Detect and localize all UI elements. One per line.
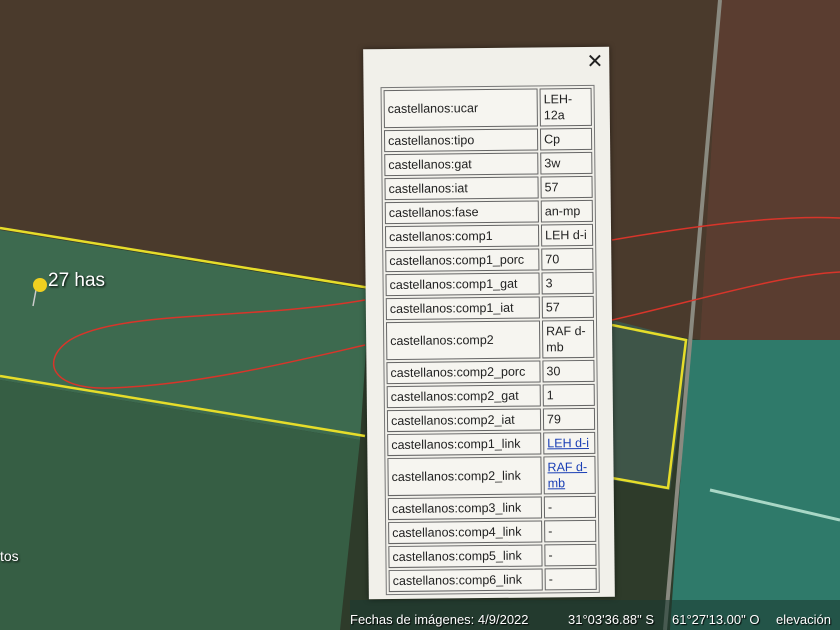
attribute-key: castellanos:comp1_link [387,432,542,457]
attribute-row: castellanos:fase an-mp [384,199,593,225]
close-icon[interactable]: ✕ [586,49,603,74]
elevation-label: elevación [776,612,831,627]
attribute-value: LEH-12a [539,87,592,127]
attribute-key: castellanos:comp3_link [387,496,543,521]
attribute-value: - [543,495,597,519]
attribute-key: castellanos:comp5_link [388,544,543,569]
attribute-key: castellanos:comp6_link [388,568,543,593]
image-date: Fechas de imágenes: 4/9/2022 [350,612,529,627]
attribute-row: castellanos:tipo Cp [383,127,593,153]
feature-info-popup: ✕ castellanos:ucar LEH-12a castellanos:tip… [363,46,615,600]
attribute-value: - [544,567,597,591]
attribute-link[interactable]: RAF d-mb [547,460,587,490]
latitude-readout: 31°03'36.88" S [568,612,655,627]
attribute-key: castellanos:iat [384,176,539,201]
attribute-row: castellanos:comp1_gat 3 [385,271,594,297]
attribute-value: Cp [539,127,593,151]
attribute-key: castellanos:fase [384,200,539,225]
attribute-value: - [544,543,597,567]
attribute-row: castellanos:gat 3w [384,151,593,177]
attribute-row: castellanos:comp2_link RAF d-mb [387,455,596,497]
attribute-value: 79 [542,407,596,431]
field-brown-right [700,0,840,340]
attribute-row: castellanos:comp4_link - [388,519,597,545]
attribute-key: castellanos:tipo [383,128,539,153]
attribute-row: castellanos:ucar LEH-12a [383,87,592,129]
left-edge-label: tos [0,548,19,564]
attribute-row: castellanos:comp5_link - [388,543,597,569]
attribute-row: castellanos:comp1_link LEH d-i [387,431,596,457]
attribute-key: castellanos:comp2 [385,320,541,361]
attribute-table: castellanos:ucar LEH-12a castellanos:tipo C… [380,84,600,596]
attribute-row: castellanos:comp2_porc 30 [386,359,595,385]
attribute-value: 30 [542,359,595,383]
attribute-value: 3w [540,151,593,175]
attribute-row: castellanos:comp1_iat 57 [385,295,594,321]
attribute-value: LEH d-i [540,223,594,247]
field-teal-right [670,340,840,630]
attribute-key: castellanos:gat [384,152,539,177]
attribute-link[interactable]: LEH d-i [547,436,589,450]
attribute-row: castellanos:comp2_gat 1 [386,383,595,409]
attribute-value: an-mp [540,199,593,223]
attribute-value: 70 [541,247,594,271]
attribute-key: castellanos:comp1_iat [385,296,540,321]
attribute-row: castellanos:comp1 LEH d-i [384,223,594,249]
attribute-key: castellanos:comp2_gat [386,384,541,409]
attribute-key: castellanos:ucar [383,88,538,129]
attribute-key: castellanos:comp2_iat [386,408,542,433]
attribute-value: 3 [541,271,594,295]
attribute-row: castellanos:comp6_link - [388,567,597,593]
attribute-value: LEH d-i [543,431,596,455]
attribute-row: castellanos:comp2_iat 79 [386,407,596,433]
attribute-row: castellanos:comp3_link - [387,495,597,521]
attribute-value: 1 [542,383,595,407]
attribute-value: RAF d-mb [543,455,596,495]
longitude-readout: 61°27'13.00" O [672,612,760,627]
attribute-key: castellanos:comp4_link [388,520,543,545]
attribute-row: castellanos:comp2 RAF d-mb [385,319,595,361]
attribute-key: castellanos:comp1 [384,224,540,249]
attribute-row: castellanos:iat 57 [384,175,593,201]
attribute-row: castellanos:comp1_porc 70 [385,247,594,273]
attribute-key: castellanos:comp1_gat [385,272,540,297]
attribute-value: 57 [541,295,594,319]
status-bar: Fechas de imágenes: 4/9/2022 31°03'36.88… [350,606,840,630]
placemark-label[interactable]: 27 has [48,270,105,292]
attribute-value: RAF d-mb [541,319,595,359]
attribute-value: 57 [540,175,593,199]
attribute-value: - [544,519,597,543]
attribute-key: castellanos:comp2_link [387,456,542,497]
attribute-key: castellanos:comp2_porc [386,360,541,385]
attribute-key: castellanos:comp1_porc [385,248,540,273]
